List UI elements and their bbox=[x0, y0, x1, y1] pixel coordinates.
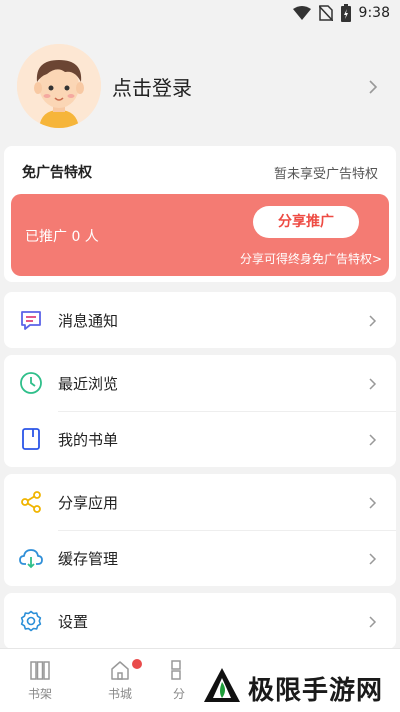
menu-item-cache[interactable]: 缓存管理 bbox=[4, 530, 396, 586]
chevron-right-icon bbox=[368, 616, 378, 628]
home-icon bbox=[111, 661, 129, 680]
tab-label: 书架 bbox=[27, 687, 52, 701]
menu-label: 我的书单 bbox=[58, 431, 119, 449]
no-sim-icon bbox=[318, 5, 333, 21]
tab-label: 书城 bbox=[107, 687, 132, 701]
status-icons: 9:38 bbox=[292, 4, 390, 22]
tab-category[interactable]: 分 bbox=[164, 659, 194, 702]
share-icon bbox=[21, 491, 41, 513]
watermark: 极限手游网 bbox=[192, 660, 396, 712]
battery-charging-icon bbox=[340, 4, 351, 22]
watermark-text: 极限手游网 bbox=[248, 676, 384, 706]
chevron-right-icon bbox=[368, 434, 378, 446]
chevron-right-icon bbox=[368, 497, 378, 509]
chevron-right-icon bbox=[368, 80, 378, 94]
menu-item-share-app[interactable]: 分享应用 bbox=[4, 474, 396, 530]
gear-icon bbox=[20, 610, 42, 632]
menu-item-messages[interactable]: 消息通知 bbox=[4, 292, 396, 348]
menu-label: 设置 bbox=[58, 613, 89, 631]
ad-free-title: 免广告特权 bbox=[22, 165, 92, 181]
status-bar: 9:38 bbox=[0, 0, 400, 28]
status-time: 9:38 bbox=[358, 5, 390, 21]
watermark-logo-icon bbox=[204, 668, 240, 702]
promoted-count: 已推广 0 人 bbox=[25, 229, 99, 245]
cloud-download-icon bbox=[19, 549, 43, 569]
clock-icon bbox=[20, 372, 42, 394]
tab-label: 分 bbox=[172, 687, 185, 701]
notification-badge bbox=[132, 659, 142, 669]
menu-label: 分享应用 bbox=[58, 494, 119, 512]
wifi-icon bbox=[292, 6, 311, 20]
login-label[interactable]: 点击登录 bbox=[112, 72, 192, 101]
history-card: 最近浏览 我的书单 bbox=[4, 355, 396, 467]
menu-item-booklist[interactable]: 我的书单 bbox=[4, 411, 396, 467]
profile-login-row[interactable]: 点击登录 bbox=[0, 28, 400, 140]
menu-item-recent[interactable]: 最近浏览 bbox=[4, 355, 396, 411]
message-icon bbox=[21, 311, 41, 330]
chevron-right-icon bbox=[368, 378, 378, 390]
tools-card: 分享应用 缓存管理 bbox=[4, 474, 396, 586]
settings-card: 设置 bbox=[4, 593, 396, 649]
avatar-boy-icon bbox=[17, 44, 101, 128]
tab-bookstore[interactable]: 书城 bbox=[90, 659, 150, 702]
chevron-right-icon bbox=[368, 315, 378, 327]
menu-item-settings[interactable]: 设置 bbox=[4, 593, 396, 649]
menu-label: 缓存管理 bbox=[58, 550, 119, 568]
tab-bookshelf[interactable]: 书架 bbox=[10, 659, 70, 702]
ad-free-card: 免广告特权 暂未享受广告特权 已推广 0 人 分享推广 分享可得终身免广告特权> bbox=[4, 146, 396, 282]
bookshelf-icon bbox=[30, 661, 50, 680]
menu-label: 最近浏览 bbox=[58, 375, 119, 393]
promo-banner: 已推广 0 人 分享推广 分享可得终身免广告特权> bbox=[11, 194, 389, 276]
share-promote-button[interactable]: 分享推广 bbox=[253, 206, 359, 238]
category-icon bbox=[171, 660, 181, 680]
ad-free-status: 暂未享受广告特权 bbox=[273, 167, 378, 182]
chevron-right-icon bbox=[368, 553, 378, 565]
book-icon bbox=[22, 428, 40, 450]
avatar[interactable] bbox=[17, 44, 101, 128]
menu-label: 消息通知 bbox=[58, 312, 119, 330]
promo-hint-link[interactable]: 分享可得终身免广告特权> bbox=[240, 250, 382, 267]
messages-card: 消息通知 bbox=[4, 292, 396, 348]
